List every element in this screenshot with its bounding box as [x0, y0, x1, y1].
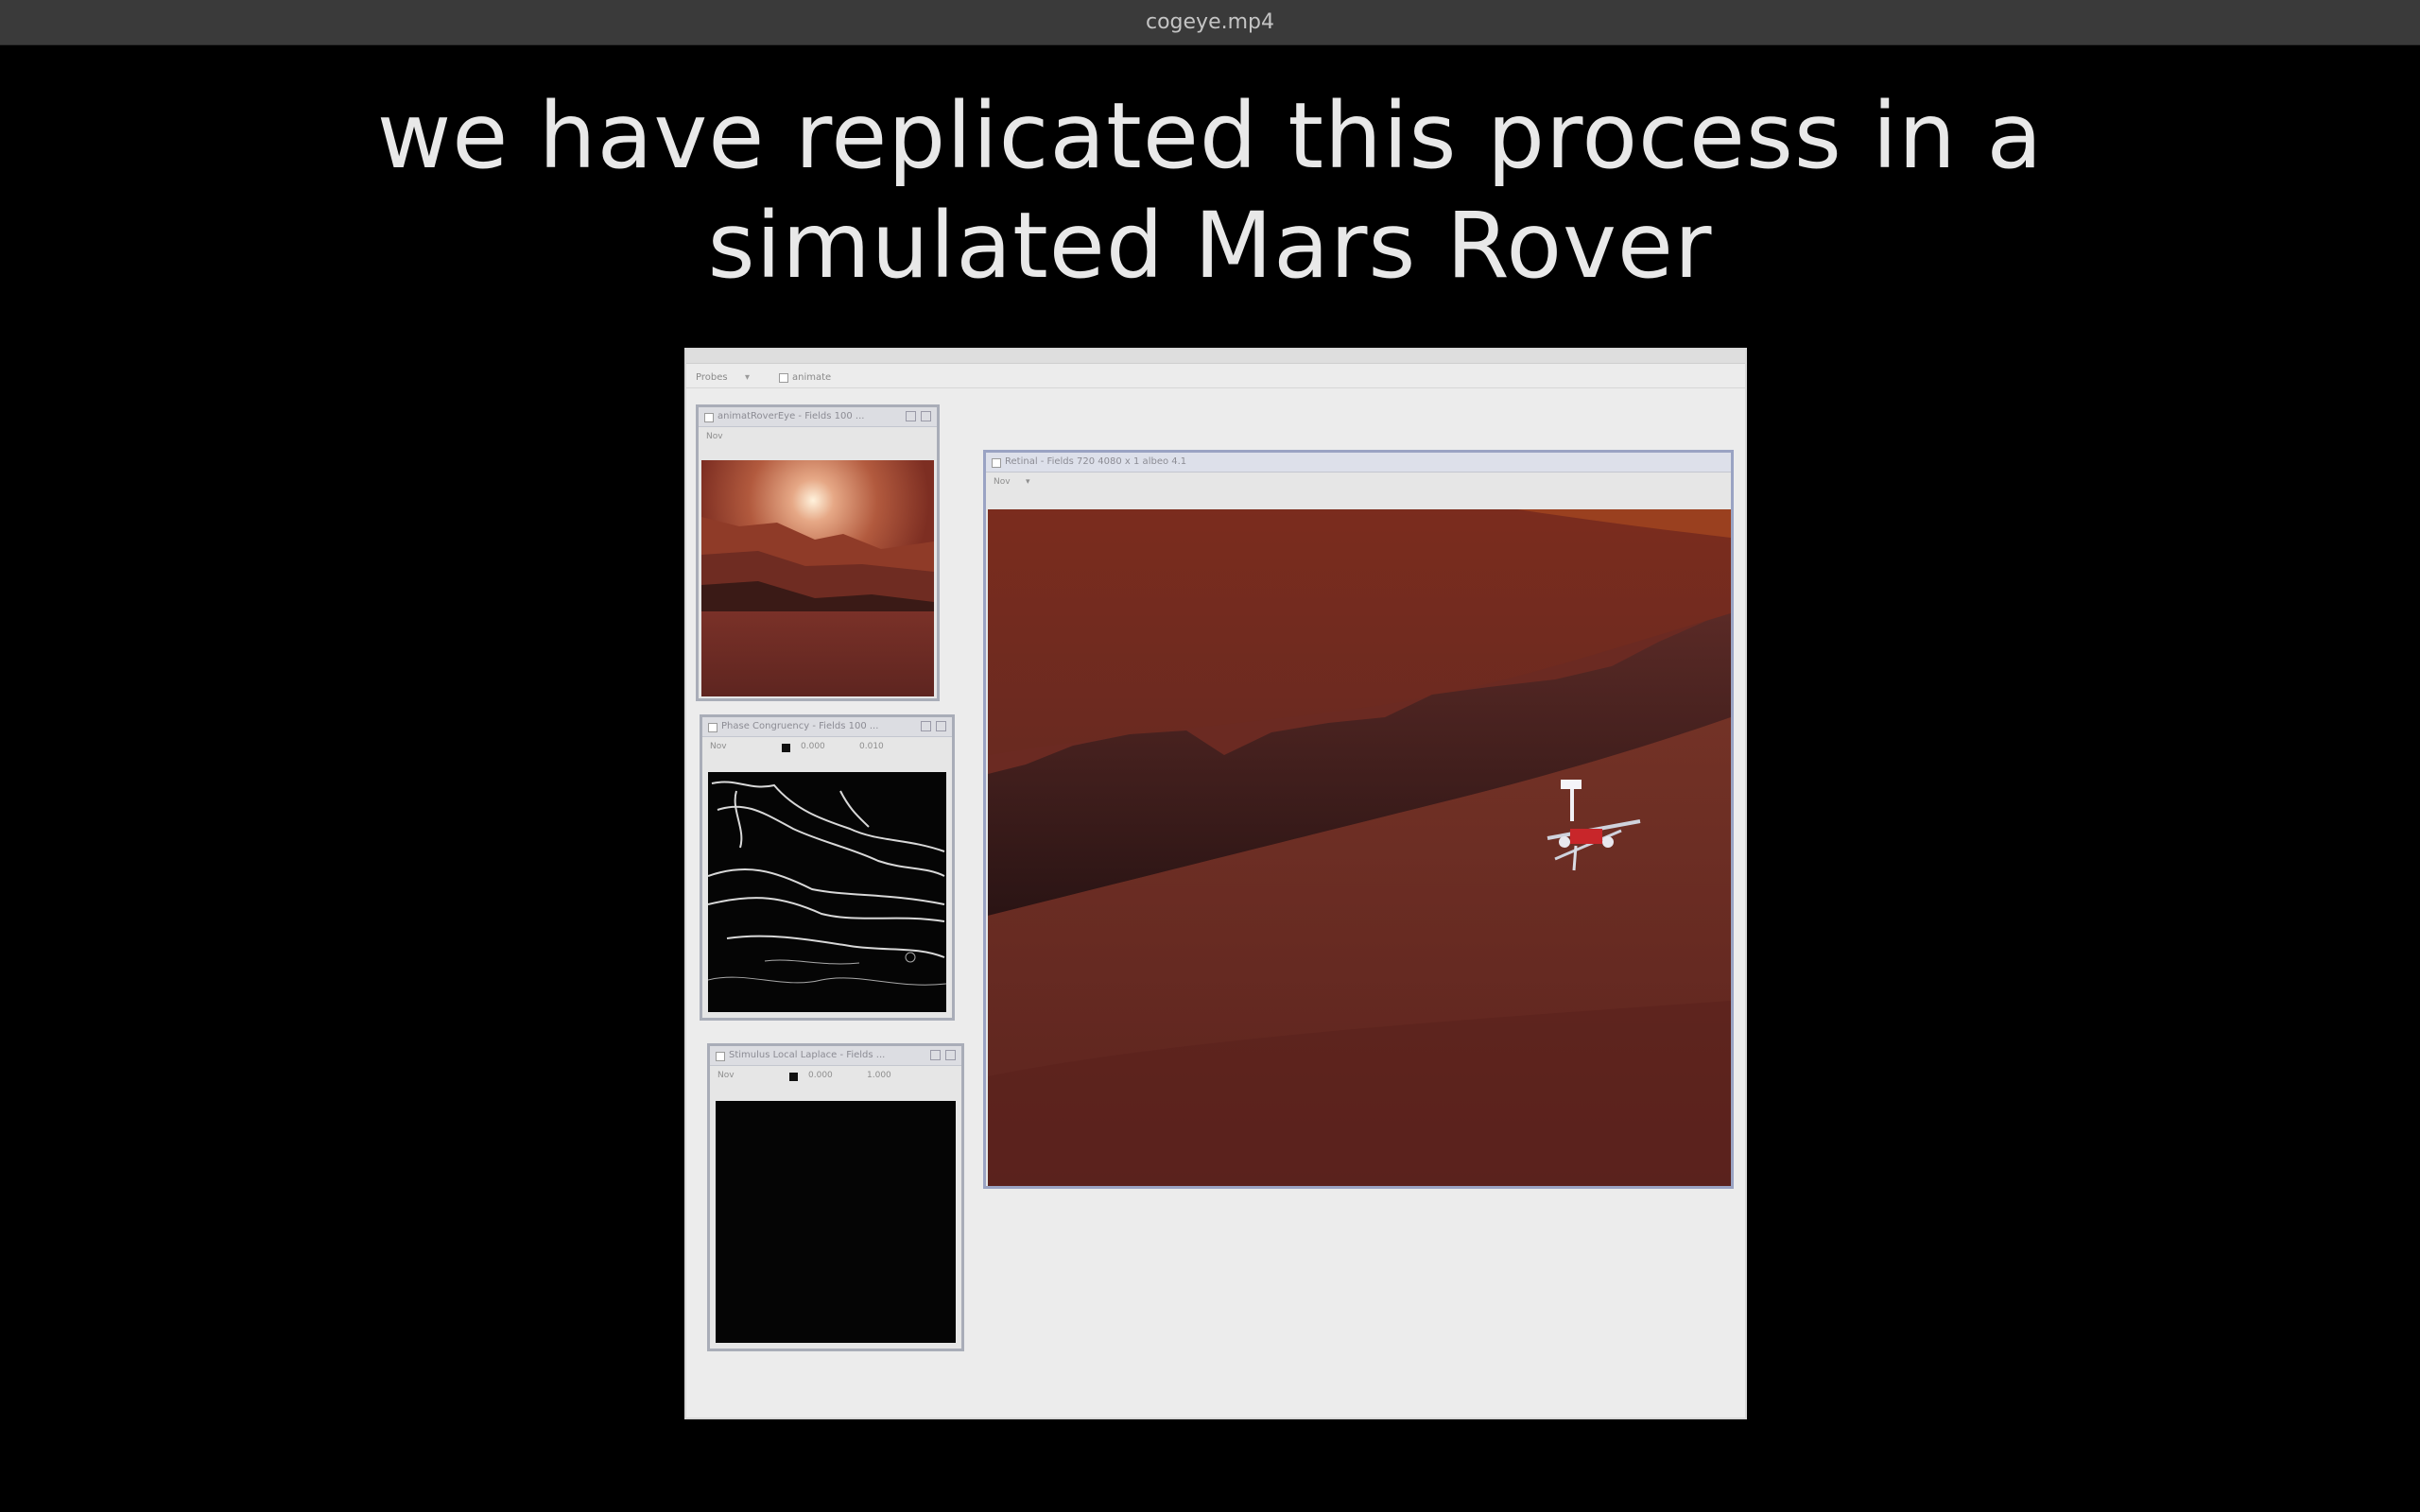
pane-title: Stimulus Local Laplace - Fields ...: [729, 1050, 886, 1060]
close-icon[interactable]: [936, 721, 946, 731]
mars-scene-image: [988, 509, 1731, 1186]
pane-tool-button[interactable]: Nov: [717, 1071, 735, 1080]
pop-out-icon[interactable]: [921, 721, 931, 731]
pane-header: Phase Congruency - Fields 100 ...: [702, 717, 952, 737]
range-min: 0.000: [808, 1071, 833, 1080]
pane-title: Retinal - Fields 720 4080 x 1 albeo 4.1: [1005, 456, 1187, 467]
app-toolbar: Probes ▾ animate: [686, 369, 1745, 388]
laplace-view: [716, 1101, 956, 1343]
caption-line-1: we have replicated this process in a: [376, 83, 2044, 189]
close-icon[interactable]: [945, 1050, 956, 1060]
pane-header: animatRoverEye - Fields 100 ...: [699, 407, 937, 427]
main-scene-view: [988, 509, 1731, 1186]
pane-tool-button[interactable]: Nov: [710, 742, 727, 751]
rover-eye-view: [701, 460, 934, 696]
slide-caption: we have replicated this process in a sim…: [265, 81, 2155, 301]
range-max: 1.000: [867, 1071, 891, 1080]
phase-congruency-view: [708, 772, 946, 1012]
close-icon[interactable]: [921, 411, 931, 421]
pane-tool-button[interactable]: Nov: [706, 432, 723, 441]
simulation-app-window: Probes ▾ animate animatRoverEye - Fields…: [684, 348, 1747, 1419]
pane-header: Stimulus Local Laplace - Fields ...: [710, 1046, 961, 1066]
color-swatch-icon[interactable]: [782, 744, 790, 752]
pane-toolbar: Nov: [699, 427, 937, 448]
range-max: 0.010: [859, 742, 884, 751]
pane-toolbar: Nov ▾: [986, 472, 1731, 493]
checkbox-icon[interactable]: [779, 373, 788, 383]
pane-toolbar: Nov 0.000 1.000: [710, 1066, 961, 1087]
checkbox-icon[interactable]: [716, 1052, 725, 1061]
rover-eye-image: [701, 460, 934, 696]
edge-map-image: [708, 781, 946, 986]
pane-phase-congruency[interactable]: Phase Congruency - Fields 100 ... Nov 0.…: [700, 714, 955, 1021]
color-swatch-icon[interactable]: [789, 1073, 798, 1081]
chevron-down-icon[interactable]: ▾: [745, 372, 750, 383]
pane-title: animatRoverEye - Fields 100 ...: [717, 411, 865, 421]
range-min: 0.000: [801, 742, 825, 751]
window-title: cogeye.mp4: [1146, 10, 1274, 34]
checkbox-icon[interactable]: [708, 723, 717, 732]
pane-rover-eye[interactable]: animatRoverEye - Fields 100 ... Nov: [696, 404, 940, 701]
pane-local-laplace[interactable]: Stimulus Local Laplace - Fields ... Nov …: [707, 1043, 964, 1351]
animate-label: animate: [792, 372, 832, 383]
pane-main-view[interactable]: Retinal - Fields 720 4080 x 1 albeo 4.1 …: [983, 450, 1734, 1189]
checkbox-icon[interactable]: [704, 413, 714, 422]
pane-toolbar: Nov 0.000 0.010: [702, 737, 952, 758]
pane-header: Retinal - Fields 720 4080 x 1 albeo 4.1: [986, 453, 1731, 472]
window-titlebar: cogeye.mp4: [0, 0, 2420, 45]
pane-title: Phase Congruency - Fields 100 ...: [721, 721, 879, 731]
pop-out-icon[interactable]: [906, 411, 916, 421]
app-titlebar: [686, 350, 1745, 364]
pop-out-icon[interactable]: [930, 1050, 941, 1060]
checkbox-icon[interactable]: [992, 458, 1001, 468]
chevron-down-icon[interactable]: ▾: [1026, 477, 1030, 487]
pane-tool-button[interactable]: Nov: [994, 477, 1011, 487]
caption-line-2: simulated Mars Rover: [707, 193, 1713, 299]
probes-dropdown[interactable]: Probes: [696, 372, 728, 383]
